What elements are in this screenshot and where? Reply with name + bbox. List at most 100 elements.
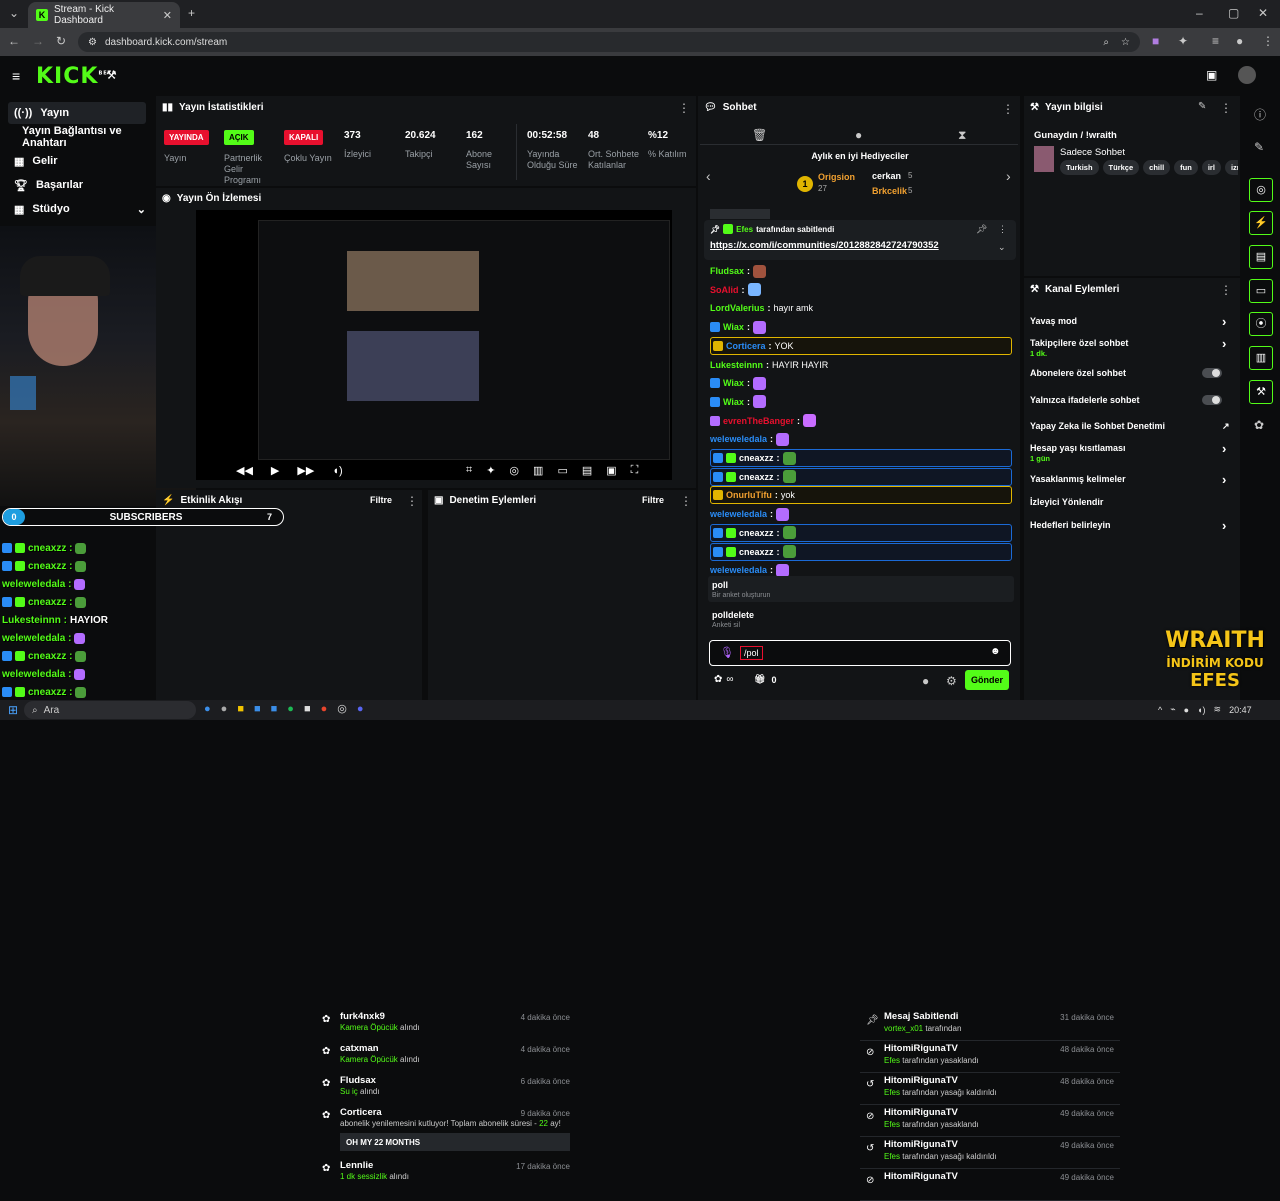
toggle-switch[interactable] (1202, 368, 1222, 378)
sidebar-item-stream-key[interactable]: Yayın Bağlantısı ve Anahtarı (16, 125, 156, 149)
chat-username[interactable]: evrenTheBanger (723, 416, 794, 426)
spotify-icon[interactable]: ● (287, 703, 294, 715)
filter-button[interactable]: Filtre (370, 495, 392, 505)
close-tab-icon[interactable]: ✕ (163, 9, 172, 22)
chat-message[interactable]: Lukesteinnn: HAYIR HAYIR (710, 356, 1010, 374)
chat-username[interactable]: weleweledala (710, 509, 767, 519)
chat-username[interactable]: OnurluTifu (726, 490, 772, 500)
more-icon[interactable]: ⋮ (680, 494, 692, 508)
zoom-icon[interactable]: ⌕ (1103, 37, 1109, 48)
mic-icon[interactable]: 🎙︎ (720, 646, 734, 659)
wrench-icon[interactable]: ⚒ (106, 68, 117, 82)
rail-camera-icon[interactable]: ◎ (1249, 178, 1273, 202)
chat-username[interactable]: cneaxzz (739, 547, 774, 557)
chat-username[interactable]: cneaxzz (739, 528, 774, 538)
chat-username[interactable]: Wiax (723, 322, 744, 332)
info-icon[interactable]: ⓘ (1254, 106, 1266, 123)
bookmark-star-icon[interactable]: ☆ (1121, 37, 1130, 48)
chat-username[interactable]: Corticera (726, 341, 766, 351)
trash-icon[interactable]: 🗑︎ (752, 128, 767, 142)
emoji-icon[interactable]: ☻ (990, 646, 1001, 657)
fullscreen-icon[interactable]: ⛶ (631, 464, 639, 477)
hamburger-menu-icon[interactable]: ≡ (12, 68, 20, 84)
reload-icon[interactable]: ↻ (56, 34, 66, 48)
tray-usb-icon[interactable]: ⌁ (1170, 704, 1175, 715)
unpin-icon[interactable]: 📌︎ (976, 224, 987, 235)
filter-button[interactable]: Filtre (642, 495, 664, 505)
chat-username[interactable]: Wiax (723, 397, 744, 407)
sparkle-icon[interactable]: ✦ (486, 464, 495, 477)
chat-icon[interactable]: ● (855, 128, 862, 142)
stream-tag[interactable]: Turkish (1060, 160, 1099, 175)
stream-tag[interactable]: izm (1224, 160, 1238, 175)
more-icon[interactable]: ⋮ (1220, 283, 1232, 297)
edit-icon[interactable]: ✎ (1254, 140, 1264, 154)
pinned-link[interactable]: https://x.com/i/communities/201288284272… (710, 240, 939, 251)
more-icon[interactable]: ⋮ (998, 224, 1007, 235)
browser-tab[interactable]: K Stream - Kick Dashboard ✕ (28, 2, 180, 28)
sidebar-item-yayin[interactable]: ((·)) Yayın (8, 102, 146, 124)
tab-search-icon[interactable]: ≡ (1212, 34, 1219, 48)
new-tab-icon[interactable]: + (188, 6, 195, 20)
rail-points-icon[interactable]: ✿ (1254, 418, 1264, 432)
chat-message[interactable]: Wiax: (710, 318, 1010, 336)
chat-message[interactable]: SoAlid: (710, 281, 1010, 299)
screen-icon[interactable]: ▣ (606, 464, 616, 477)
stream-tag[interactable]: chill (1143, 160, 1171, 175)
edit-icon[interactable]: ✎ (1198, 101, 1206, 112)
crop-icon[interactable]: ⌗ (466, 464, 472, 477)
tray-mic-icon[interactable]: ● (1184, 705, 1189, 715)
rail-wrench-icon[interactable]: ⚒ (1249, 380, 1273, 404)
chat-message[interactable]: cneaxzz: (710, 523, 1012, 542)
channel-action[interactable]: Yasaklanmış kelimeler › (1030, 472, 1230, 492)
chevron-down-icon[interactable]: ⌄ (998, 242, 1006, 253)
volume-icon[interactable]: ◖) (332, 465, 342, 477)
rail-doc-icon[interactable]: ▤ (1249, 245, 1273, 269)
sidebar-item-gelir[interactable]: ▦ Gelir (8, 150, 146, 172)
chat-username[interactable]: cneaxzz (739, 453, 774, 463)
hourglass-icon[interactable]: ⧗ (958, 128, 966, 143)
channel-action[interactable]: Yapay Zeka ile Sohbet Denetimi ↗ (1030, 419, 1230, 439)
start-icon[interactable]: ⊞ (8, 703, 18, 717)
chat-username[interactable]: weleweledala (710, 434, 767, 444)
explorer-icon[interactable]: ■ (237, 703, 244, 715)
forward-icon[interactable]: → (32, 34, 44, 48)
edge-icon[interactable]: ● (204, 703, 211, 715)
app-icon[interactable]: ■ (304, 703, 311, 715)
chat-username[interactable]: cneaxzz (739, 472, 774, 482)
chat-message[interactable]: Corticera: YOK (710, 336, 1012, 355)
preview-video[interactable]: ◀◀ ▶ ▶▶ ◖) ⌗ ✦ ◎ ▥ ▭ ▤ ▣ ⛶ (196, 210, 672, 480)
channel-action[interactable]: Abonelere özel sohbet (1030, 366, 1230, 386)
gift-count[interactable]: 🎁︎ 0 (754, 674, 776, 685)
rail-layout-icon[interactable]: ▥ (1249, 346, 1273, 370)
chat-message[interactable]: cneaxzz: (710, 467, 1012, 486)
sidebar-item-basarilar[interactable]: 🏆︎ Başarılar (8, 174, 146, 196)
maximize-icon[interactable]: ▢ (1228, 6, 1239, 20)
chat-username[interactable]: LordValerius (710, 303, 765, 313)
toggle-switch[interactable] (1202, 395, 1222, 405)
theater-icon[interactable]: ▣ (1206, 68, 1217, 82)
chat-message[interactable]: cneaxzz: (710, 449, 1012, 467)
extension-twitch-icon[interactable]: ■ (1152, 34, 1159, 48)
points-icon[interactable]: ✿ ∞ (714, 674, 734, 685)
gifters-next-icon[interactable]: › (1006, 168, 1011, 184)
chat-username[interactable]: weleweledala (710, 565, 767, 575)
clip-icon[interactable]: ▤ (582, 464, 592, 477)
rail-broadcast-icon[interactable]: ⦿ (1249, 312, 1273, 336)
stream-tag[interactable]: fun (1174, 160, 1198, 175)
chat-message[interactable]: Wiax: (710, 393, 1010, 411)
discord-icon[interactable]: ● (357, 703, 364, 715)
profile-icon[interactable]: ● (1236, 34, 1243, 48)
extensions-icon[interactable]: ✦ (1178, 34, 1188, 48)
stream-tag[interactable]: Türkçe (1102, 160, 1140, 175)
chat-message[interactable]: Wiax: (710, 374, 1010, 392)
tab-list-icon[interactable]: ⌄ (6, 6, 22, 20)
more-icon[interactable]: ⋮ (1002, 102, 1014, 116)
chat-settings-bubble-icon[interactable]: ● (922, 674, 929, 688)
chat-username[interactable]: Lukesteinnn (710, 360, 763, 370)
outlook-icon[interactable]: ■ (254, 703, 261, 715)
settings-gear-icon[interactable]: ⚙ (946, 674, 957, 688)
wifi-icon[interactable]: ≋ (1214, 704, 1222, 715)
more-icon[interactable]: ⋮ (678, 101, 690, 115)
chat-message[interactable]: weleweledala: (710, 505, 1010, 523)
